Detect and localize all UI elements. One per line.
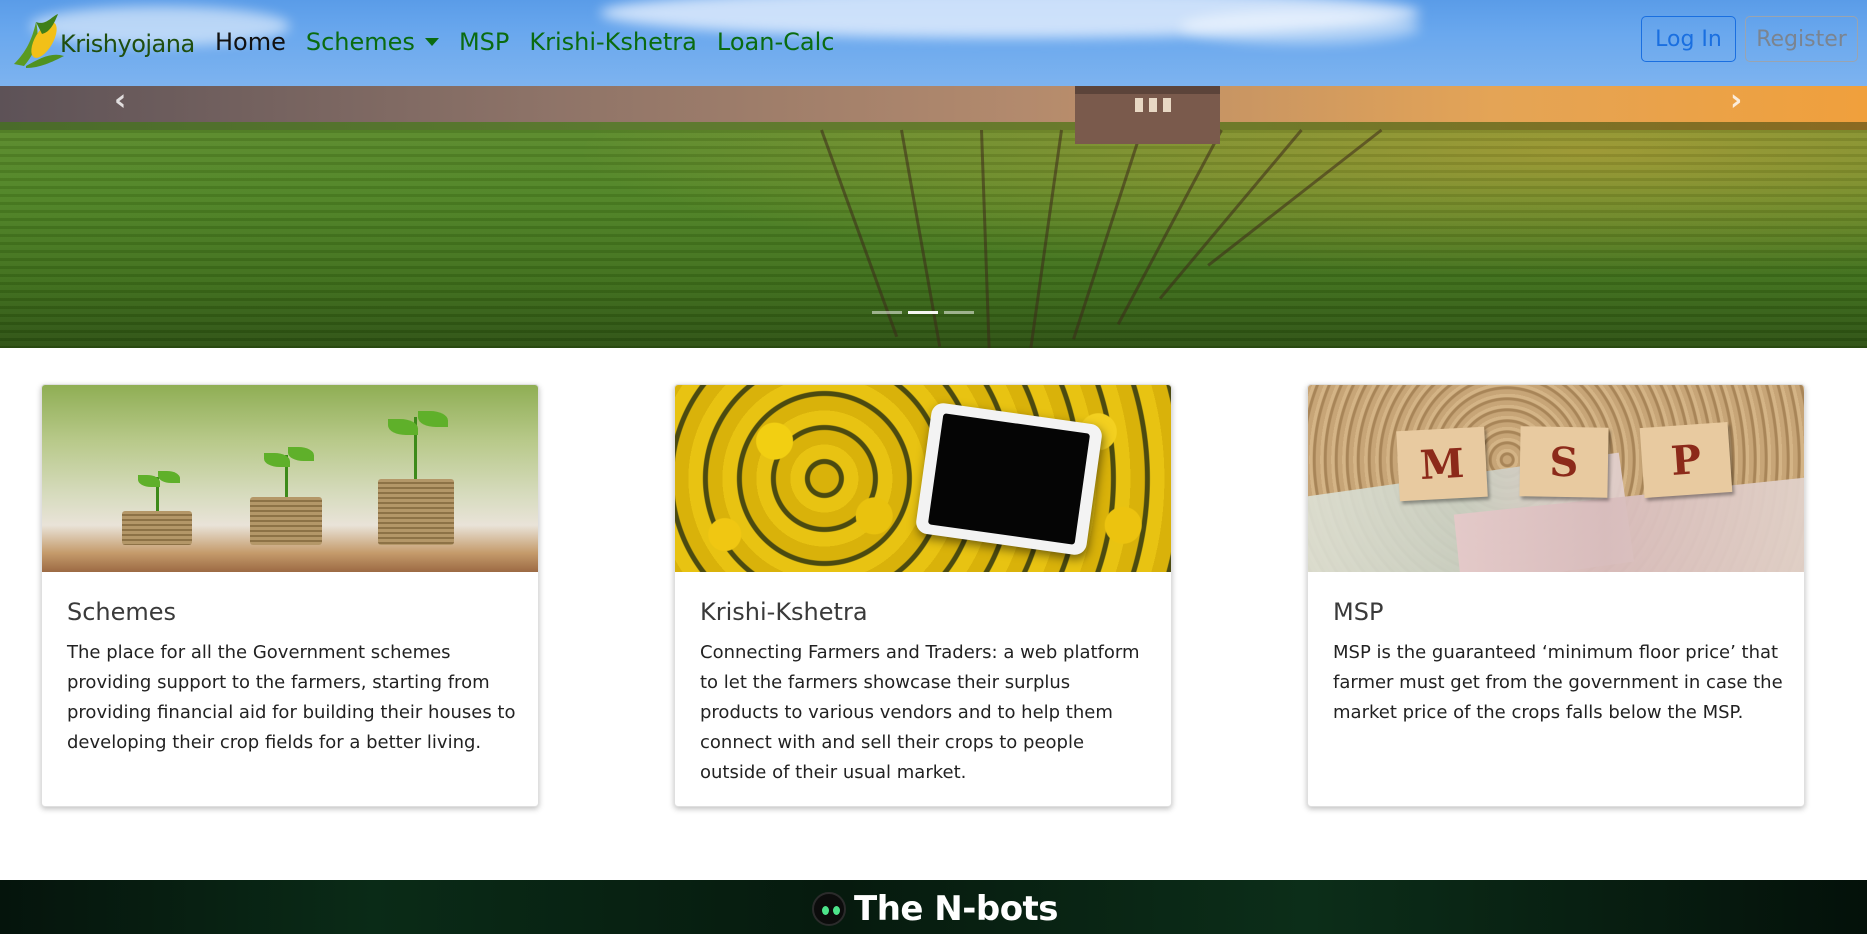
- nav-link-msp[interactable]: MSP: [459, 28, 509, 56]
- msp-card-image: M S P: [1308, 385, 1804, 572]
- login-button[interactable]: Log In: [1641, 16, 1736, 62]
- card-msp[interactable]: M S P MSP MSP is the guaranteed ‘minimum…: [1307, 384, 1805, 807]
- card-text: The place for all the Government schemes…: [67, 642, 516, 753]
- card-title: MSP: [1333, 598, 1384, 626]
- carousel-indicators: [872, 311, 974, 314]
- card-text: MSP is the guaranteed ‘minimum floor pri…: [1333, 642, 1783, 723]
- krishi-kshetra-card-image: [675, 385, 1171, 572]
- caret-down-icon: [424, 38, 439, 46]
- nav-dropdown-schemes[interactable]: Schemes: [306, 28, 439, 56]
- main-nav: Home Schemes MSP Krishi-Kshetra Loan-Cal…: [215, 28, 834, 56]
- plant-leaf: [388, 419, 418, 435]
- robot-logo-icon: [812, 892, 846, 926]
- card-schemes[interactable]: Schemes The place for all the Government…: [41, 384, 539, 807]
- plant-leaf: [264, 453, 290, 467]
- robot-eye: [833, 906, 840, 915]
- chevron-right-icon[interactable]: ›: [1730, 86, 1742, 116]
- carousel-slide-sky: [0, 86, 1867, 126]
- plant-leaf: [158, 471, 180, 483]
- barn-window: [1163, 98, 1171, 112]
- schemes-card-image: [42, 385, 538, 572]
- card-body: MSP MSP is the guaranteed ‘minimum floor…: [1333, 598, 1783, 728]
- coin-stack: [378, 479, 454, 545]
- register-button[interactable]: Register: [1745, 16, 1858, 62]
- plant-leaf: [288, 447, 314, 461]
- footer-brand: The N-bots: [812, 889, 1059, 929]
- letter-tile-s: S: [1519, 426, 1609, 498]
- card-body: Krishi-Kshetra Connecting Farmers and Tr…: [700, 598, 1150, 788]
- barn-window: [1149, 98, 1157, 112]
- chevron-left-icon[interactable]: ‹: [114, 86, 126, 116]
- nav-link-schemes[interactable]: Schemes: [306, 28, 415, 56]
- plant-leaf: [138, 475, 160, 487]
- carousel-indicator-2[interactable]: [908, 311, 938, 314]
- tablet-screen: [927, 413, 1091, 545]
- sky-cloud: [1180, 10, 1420, 44]
- card-title: Schemes: [67, 598, 177, 626]
- footer: The N-bots: [0, 880, 1867, 934]
- tablet-image: [914, 401, 1104, 557]
- navbar: Krishyojana Home Schemes MSP Krishi-Kshe…: [0, 0, 1867, 86]
- card-text: Connecting Farmers and Traders: a web pl…: [700, 642, 1140, 783]
- coin-stack: [250, 497, 322, 545]
- nav-link-loan-calc[interactable]: Loan-Calc: [717, 28, 835, 56]
- card-title: Krishi-Kshetra: [700, 598, 868, 626]
- plant-leaf: [418, 411, 448, 427]
- letter-tile-p: P: [1639, 422, 1733, 498]
- card-krishi-kshetra[interactable]: Krishi-Kshetra Connecting Farmers and Tr…: [674, 384, 1172, 807]
- barn-window: [1135, 98, 1143, 112]
- brand-link[interactable]: Krishyojana: [6, 12, 195, 70]
- barn-image: [1075, 86, 1220, 144]
- hero-carousel: ‹ ›: [0, 86, 1867, 348]
- robot-eye: [822, 906, 829, 915]
- brand-name: Krishyojana: [60, 30, 195, 58]
- letter-tile-m: M: [1396, 426, 1488, 502]
- nav-link-krishi-kshetra[interactable]: Krishi-Kshetra: [529, 28, 697, 56]
- card-body: Schemes The place for all the Government…: [67, 598, 517, 758]
- carousel-indicator-1[interactable]: [872, 311, 902, 314]
- footer-title: The N-bots: [854, 889, 1059, 929]
- carousel-indicator-3[interactable]: [944, 311, 974, 314]
- corn-logo-icon: [14, 14, 64, 68]
- coin-stack: [122, 511, 192, 545]
- nav-link-home[interactable]: Home: [215, 28, 286, 56]
